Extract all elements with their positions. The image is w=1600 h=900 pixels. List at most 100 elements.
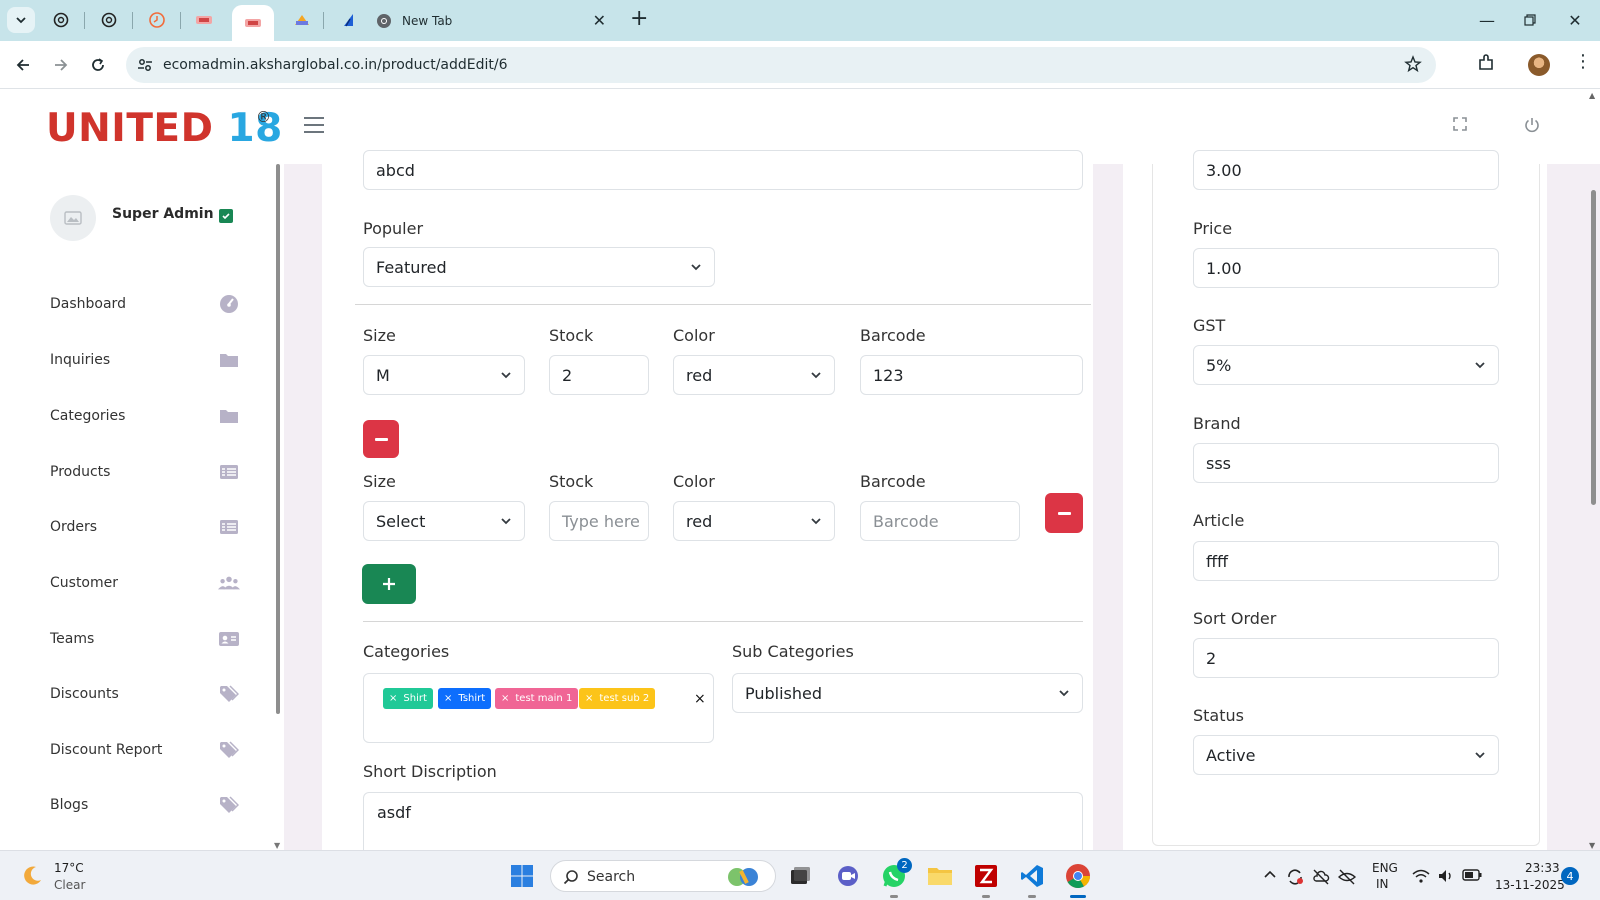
tab-chatgpt-1[interactable] [49, 9, 73, 31]
taskbar-file-explorer[interactable] [927, 863, 953, 889]
barcode-input[interactable]: Barcode [860, 501, 1020, 541]
tag-remove-icon[interactable]: × [444, 693, 452, 704]
sync-icon[interactable] [1286, 868, 1304, 886]
tab-chatgpt-2[interactable] [97, 9, 121, 31]
taskbar-teams[interactable] [835, 863, 861, 889]
profile-avatar[interactable] [1528, 54, 1550, 76]
page-scroll-up-icon[interactable]: ▲ [1589, 91, 1595, 100]
status-select[interactable]: Active [1193, 735, 1499, 775]
gst-label: GST [1193, 316, 1226, 335]
size-select[interactable]: M [363, 355, 525, 395]
sidebar-item-discount-report[interactable]: Discount Report [50, 735, 240, 765]
openai-icon [101, 12, 117, 28]
page-scroll-down-icon[interactable]: ▼ [1589, 841, 1595, 850]
maximize-button[interactable] [1517, 9, 1543, 31]
sidebar-item-label: Products [50, 464, 111, 480]
remove-variant-button[interactable] [363, 420, 399, 458]
tab-search-button[interactable] [7, 7, 35, 33]
close-window-button[interactable]: ✕ [1562, 9, 1588, 31]
short-description-textarea[interactable]: asdf [363, 792, 1083, 852]
taskbar-task-view[interactable] [787, 863, 813, 889]
wifi-icon[interactable] [1412, 868, 1430, 884]
power-icon[interactable] [1523, 116, 1541, 134]
tab-blue-site[interactable] [337, 9, 361, 31]
reload-button[interactable] [86, 53, 110, 77]
remove-variant-button[interactable] [1045, 493, 1083, 533]
chevron-down-icon [811, 518, 821, 525]
article-input[interactable]: ffff [1193, 541, 1499, 581]
extensions-icon[interactable] [1476, 53, 1496, 73]
barcode-input[interactable]: 123 [860, 355, 1083, 395]
new-tab-button[interactable]: + [630, 8, 648, 30]
sidebar-item-dashboard[interactable]: Dashboard [50, 289, 240, 319]
add-variant-button[interactable] [362, 564, 416, 604]
subcategories-select[interactable]: Published [732, 673, 1083, 713]
tag-remove-icon[interactable]: × [585, 693, 593, 704]
color-select[interactable]: red [673, 355, 835, 395]
price-input[interactable]: 1.00 [1193, 248, 1499, 288]
moon-icon[interactable] [20, 864, 44, 888]
running-indicator [890, 895, 898, 898]
forward-button[interactable] [49, 53, 73, 77]
mrp-input[interactable]: 3.00 [1193, 150, 1499, 190]
gst-select[interactable]: 5% [1193, 345, 1499, 385]
clear-all-icon[interactable]: × [694, 691, 706, 707]
taskbar-chrome[interactable] [1065, 863, 1091, 889]
brand-input[interactable]: sss [1193, 443, 1499, 483]
sort-order-input[interactable]: 2 [1193, 638, 1499, 678]
tab-new-tab[interactable]: New Tab ✕ [376, 8, 616, 34]
clock-time[interactable]: 23:33 [1525, 861, 1560, 875]
windows-start-button[interactable] [509, 863, 535, 889]
categories-multiselect[interactable]: × Shirt × Tshirt × test main 1 × test sub 2 … [363, 673, 714, 743]
eye-off-icon[interactable] [1338, 868, 1356, 886]
taskbar-search[interactable]: Search [550, 860, 776, 892]
sidebar-item-discounts[interactable]: Discounts [50, 679, 240, 709]
brand-logo[interactable]: UNITED 18 ® [46, 108, 283, 149]
minimize-button[interactable]: — [1474, 9, 1500, 31]
sidebar-item-teams[interactable]: Teams [50, 624, 240, 654]
top-text-input[interactable]: abcd [363, 150, 1083, 190]
fullscreen-icon[interactable] [1452, 116, 1468, 132]
running-indicator [982, 895, 990, 898]
status-label: Status [1193, 706, 1244, 725]
bookmark-star-icon[interactable] [1404, 55, 1422, 73]
cloud-off-icon[interactable] [1312, 868, 1330, 886]
stock-input[interactable]: Type here [549, 501, 649, 541]
tag-remove-icon[interactable]: × [501, 693, 509, 704]
popular-select[interactable]: Featured [363, 247, 715, 287]
sidebar-toggle-icon[interactable] [304, 117, 324, 133]
close-tab-icon[interactable]: ✕ [593, 11, 606, 30]
notification-badge[interactable]: 4 [1561, 867, 1579, 885]
taskbar-vscode[interactable] [1019, 863, 1045, 889]
tab-site-orange[interactable] [145, 9, 169, 31]
sidebar-item-customer[interactable]: Customer [50, 568, 240, 598]
stock-input[interactable]: 2 [549, 355, 649, 395]
sidebar-item-inquiries[interactable]: Inquiries [50, 345, 240, 375]
sidebar-item-categories[interactable]: Categories [50, 401, 240, 431]
sidebar-item-blogs[interactable]: Blogs [50, 790, 240, 820]
sidebar-scroll-down-icon[interactable]: ▼ [274, 841, 280, 850]
back-button[interactable] [11, 53, 35, 77]
arrow-right-icon [55, 59, 68, 71]
tab-pma[interactable] [290, 9, 314, 31]
site-info-icon[interactable] [136, 56, 154, 74]
page-scrollbar[interactable] [1591, 190, 1596, 505]
sidebar-item-orders[interactable]: Orders [50, 512, 240, 542]
sidebar-scrollbar[interactable] [276, 164, 280, 714]
tab-site-favicon[interactable] [192, 9, 216, 31]
chevron-up-icon[interactable] [1263, 868, 1277, 882]
tab-active-admin[interactable] [232, 5, 274, 41]
url-text: ecomadmin.aksharglobal.co.in/product/add… [163, 57, 508, 73]
sidebar-item-products[interactable]: Products [50, 457, 240, 487]
chrome-menu-icon[interactable]: ⋮ [1574, 51, 1592, 72]
taskbar-filezilla[interactable] [973, 863, 999, 889]
tag-remove-icon[interactable]: × [389, 693, 397, 704]
folder-icon [928, 868, 952, 885]
language-indicator[interactable]: ENG [1372, 861, 1398, 875]
section-divider [363, 621, 1083, 622]
size-select[interactable]: Select [363, 501, 525, 541]
volume-icon[interactable] [1437, 868, 1455, 884]
color-select[interactable]: red [673, 501, 835, 541]
address-bar[interactable]: ecomadmin.aksharglobal.co.in/product/add… [126, 47, 1436, 83]
battery-icon[interactable] [1462, 868, 1482, 882]
